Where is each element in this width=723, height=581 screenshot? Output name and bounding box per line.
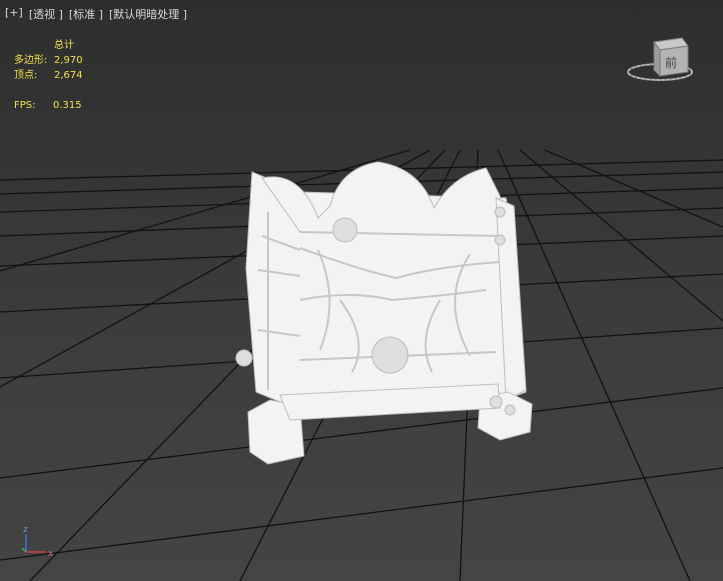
vertices-value: 2,674	[54, 70, 83, 81]
viewport-shading-style-menu[interactable]: [标准 ]	[69, 6, 103, 22]
vertices-label: 顶点:	[14, 70, 38, 81]
stats-polygons-row: 多边形: 2,970	[14, 53, 83, 68]
viewport-label-menu: [+] [透视 ] [标准 ] [默认明暗处理 ]	[5, 6, 187, 22]
stats-header: 总计	[54, 40, 74, 51]
polygons-label: 多边形:	[14, 55, 48, 66]
treasure-chest-model[interactable]	[0, 0, 723, 581]
stats-fps-row: FPS: 0.315	[14, 98, 83, 113]
fps-value: 0.315	[53, 100, 82, 111]
stats-vertices-row: 顶点: 2,674	[14, 68, 83, 83]
viewport-lighting-menu[interactable]: [默认明暗处理 ]	[109, 6, 187, 22]
viewport-view-menu[interactable]: [透视 ]	[29, 6, 63, 22]
polygons-value: 2,970	[54, 55, 83, 66]
scene-statistics: 总计 多边形: 2,970 顶点: 2,674 FPS: 0.315	[14, 38, 83, 113]
viewport-plus-menu[interactable]: [+]	[5, 6, 23, 22]
viewcube-face-label: 前	[665, 55, 677, 70]
fps-label: FPS:	[14, 100, 36, 111]
perspective-viewport[interactable]: [+] [透视 ] [标准 ] [默认明暗处理 ] 总计 多边形: 2,970 …	[0, 0, 723, 581]
